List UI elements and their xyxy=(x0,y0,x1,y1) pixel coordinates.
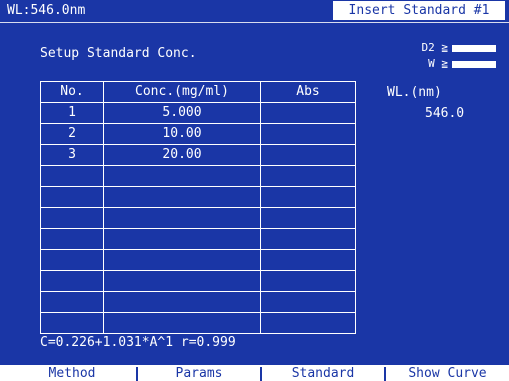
cell-no[interactable] xyxy=(40,291,104,313)
cell-abs[interactable] xyxy=(260,102,356,124)
status-bar: WL:546.0nm Insert Standard #1 xyxy=(0,0,509,23)
softkey-params[interactable]: Params xyxy=(136,367,260,381)
wavelength-value: 546.0 xyxy=(425,106,465,121)
screen-subtitle: Setup Standard Conc. xyxy=(40,46,197,61)
cell-no[interactable]: 1 xyxy=(40,102,104,124)
cell-no[interactable] xyxy=(40,270,104,292)
cell-conc[interactable] xyxy=(103,207,261,229)
table-row[interactable] xyxy=(40,270,356,292)
cell-conc[interactable]: 10.00 xyxy=(103,123,261,145)
cell-conc[interactable] xyxy=(103,165,261,187)
table-row[interactable]: 3 20.00 xyxy=(40,144,356,166)
softkey-bar: Method Params Standard Show Curve xyxy=(0,365,509,381)
cell-no[interactable] xyxy=(40,165,104,187)
cell-conc[interactable]: 20.00 xyxy=(103,144,261,166)
cell-no[interactable] xyxy=(40,249,104,271)
cell-no[interactable] xyxy=(40,207,104,229)
cell-conc[interactable] xyxy=(103,291,261,313)
softkey-show-curve[interactable]: Show Curve xyxy=(384,367,509,381)
table-row[interactable]: 1 5.000 xyxy=(40,102,356,124)
table-row[interactable] xyxy=(40,165,356,187)
d2-lamp-level-bar xyxy=(452,44,496,52)
d2-lamp-label: D2 ≧ xyxy=(421,41,449,54)
cell-abs[interactable] xyxy=(260,165,356,187)
wavelength-status: WL:546.0nm xyxy=(7,3,86,18)
table-header-row: No. Conc.(mg/ml) Abs xyxy=(40,81,356,103)
cell-abs[interactable] xyxy=(260,207,356,229)
column-header-no: No. xyxy=(40,81,104,103)
w-lamp-level-bar xyxy=(452,60,496,68)
cell-no[interactable] xyxy=(40,312,104,334)
table-row[interactable] xyxy=(40,207,356,229)
cell-abs[interactable] xyxy=(260,123,356,145)
cell-abs[interactable] xyxy=(260,312,356,334)
table-row[interactable] xyxy=(40,228,356,250)
cell-conc[interactable] xyxy=(103,312,261,334)
table-row[interactable] xyxy=(40,291,356,313)
cell-no[interactable] xyxy=(40,186,104,208)
table-row[interactable] xyxy=(40,249,356,271)
cell-conc[interactable] xyxy=(103,228,261,250)
cell-conc[interactable]: 5.000 xyxy=(103,102,261,124)
cell-abs[interactable] xyxy=(260,291,356,313)
wavelength-label: WL.(nm) xyxy=(387,85,442,100)
cell-abs[interactable] xyxy=(260,186,356,208)
cell-no[interactable]: 3 xyxy=(40,144,104,166)
mode-title: Insert Standard #1 xyxy=(333,1,505,20)
d2-lamp-indicator: D2 ≧ xyxy=(418,41,496,54)
table-row[interactable]: 2 10.00 xyxy=(40,123,356,145)
cell-abs[interactable] xyxy=(260,144,356,166)
softkey-standard[interactable]: Standard xyxy=(260,367,384,381)
cell-conc[interactable] xyxy=(103,186,261,208)
cell-abs[interactable] xyxy=(260,228,356,250)
w-lamp-indicator: W ≧ xyxy=(418,57,496,70)
table-row[interactable] xyxy=(40,312,356,334)
column-header-conc: Conc.(mg/ml) xyxy=(103,81,261,103)
w-lamp-label: W ≧ xyxy=(428,57,448,70)
cell-no[interactable]: 2 xyxy=(40,123,104,145)
standards-table: No. Conc.(mg/ml) Abs 1 5.000 2 10.00 3 20.00 xyxy=(40,81,356,334)
calibration-equation: C=0.226+1.031*A^1 r=0.999 xyxy=(40,335,236,350)
column-header-abs: Abs xyxy=(260,81,356,103)
softkey-method[interactable]: Method xyxy=(8,367,136,381)
cell-abs[interactable] xyxy=(260,249,356,271)
cell-abs[interactable] xyxy=(260,270,356,292)
cell-no[interactable] xyxy=(40,228,104,250)
cell-conc[interactable] xyxy=(103,249,261,271)
cell-conc[interactable] xyxy=(103,270,261,292)
table-row[interactable] xyxy=(40,186,356,208)
